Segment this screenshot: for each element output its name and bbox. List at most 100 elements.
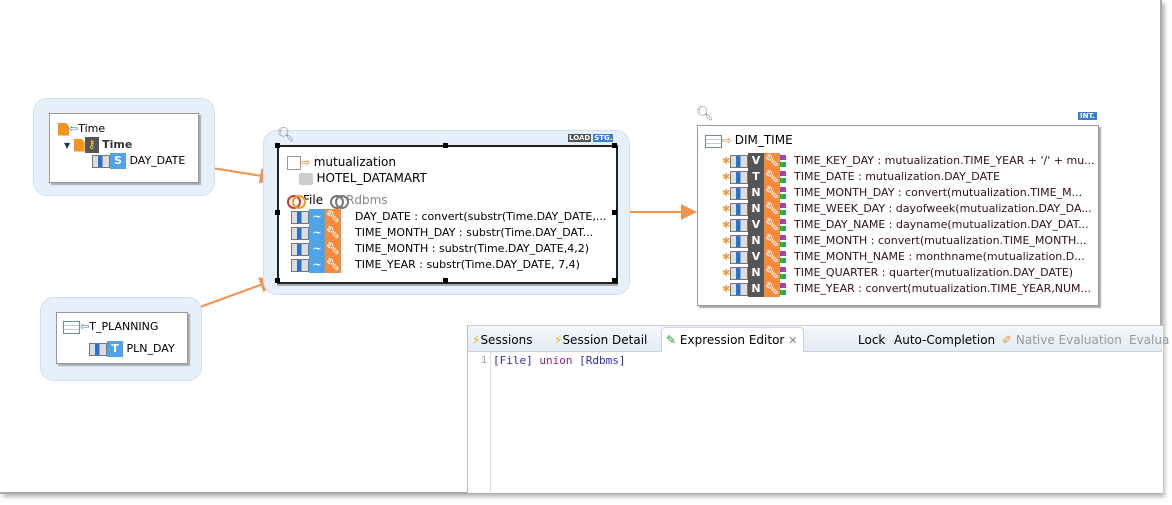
mapping-row[interactable]: ~ 🔧︎ TIME_MONTH : substr(Time.DAY_DATE,4,2… xyxy=(291,241,589,257)
column-icon xyxy=(730,186,748,200)
wrench-icon: 🔧︎ xyxy=(325,257,341,273)
mapping-expression: TIME_WEEK_DAY : dayofweek(mutualization.… xyxy=(794,202,1092,215)
close-icon[interactable]: ✕ xyxy=(788,334,797,347)
tab-session-detail[interactable]: ⚡Session Detail xyxy=(554,330,647,350)
expand-icon[interactable]: ▼ xyxy=(64,141,70,150)
column-icon xyxy=(730,266,748,280)
flags-icon xyxy=(780,265,786,281)
line-gutter xyxy=(475,352,491,492)
column-icon xyxy=(730,170,748,184)
record-name: Time xyxy=(102,138,133,151)
target-row[interactable]: ✱ N 🔧︎ TIME_MONTH_DAY : convert(mutualizati… xyxy=(722,185,1082,201)
wrench-icon: 🔧︎ xyxy=(764,185,780,201)
flags-icon xyxy=(780,185,786,201)
wrench-icon: 🔧︎ xyxy=(764,281,780,297)
star-icon: ✱ xyxy=(722,172,731,183)
zoom-icon[interactable]: 🔍︎ xyxy=(277,127,295,143)
wrench-icon: 🔧︎ xyxy=(325,241,341,257)
mapping-expression: TIME_MONTH : substr(Time.DAY_DATE,4,2) xyxy=(355,242,589,255)
star-icon: ✱ xyxy=(722,252,731,263)
source-planning-box[interactable]: ⇦T_PLANNING T PLN_DAY xyxy=(56,312,188,364)
database-icon xyxy=(299,173,313,185)
target-row[interactable]: ✱ N 🔧︎ TIME_YEAR : convert(mutualization.TI… xyxy=(722,281,1091,297)
wrench-icon: 🔧︎ xyxy=(764,169,780,185)
flags-icon xyxy=(780,217,786,233)
type-badge: N xyxy=(748,265,764,281)
type-badge: T xyxy=(107,341,123,357)
datastore-name: T_PLANNING xyxy=(89,320,159,333)
wrench-icon: 🔧︎ xyxy=(764,265,780,281)
type-badge: N xyxy=(748,281,764,297)
column-name[interactable]: PLN_DAY xyxy=(127,342,175,355)
mutualization-box[interactable]: ⇨ mutualization HOTEL_DATAMART File Rdbm… xyxy=(277,145,618,284)
auto-completion-button[interactable]: Auto-Completion xyxy=(894,330,995,350)
wrench-icon: 🔧︎ xyxy=(764,217,780,233)
target-row[interactable]: ✱ N 🔧︎ TIME_QUARTER : quarter(mutualization… xyxy=(722,265,1073,281)
key-icon: ⚷ xyxy=(84,137,99,153)
tab-sessions[interactable]: ⚡Sessions xyxy=(472,330,532,350)
zoom-icon[interactable]: 🔍︎ xyxy=(696,106,714,122)
mapping-row[interactable]: ~ 🔧︎ TIME_YEAR : substr(Time.DAY_DATE, 7,4… xyxy=(291,257,580,273)
datastore-name: Time xyxy=(78,122,106,135)
line-number: 1 xyxy=(481,355,488,366)
star-icon: ✱ xyxy=(722,220,731,231)
rdbms-dataset-icon xyxy=(330,195,350,209)
dataset-rdbms[interactable]: Rdbms xyxy=(346,193,388,207)
target-row[interactable]: ✱ T 🔧︎ TIME_DATE : mutualization.DAY_DATE xyxy=(722,169,1000,185)
flags-icon xyxy=(780,169,786,185)
target-box[interactable]: ⇨ DIM_TIME ✱ V 🔧︎ TIME_KEY_DAY : mutualizat… xyxy=(697,125,1099,306)
target-row[interactable]: ✱ V 🔧︎ TIME_KEY_DAY : mutualization.TIME_YE… xyxy=(722,153,1095,169)
wrench-icon: 🔧︎ xyxy=(764,201,780,217)
lock-button[interactable]: Lock xyxy=(858,330,885,350)
mapping-expression: TIME_MONTH_DAY : convert(mutualization.T… xyxy=(794,186,1083,199)
file-icon xyxy=(73,138,85,152)
type-badge: N xyxy=(748,185,764,201)
target-row[interactable]: ✱ N 🔧︎ TIME_WEEK_DAY : dayofweek(mutualizat… xyxy=(722,201,1092,217)
arrow-right-icon: ⇨ xyxy=(722,134,732,147)
target-row[interactable]: ✱ N 🔧︎ TIME_MONTH : convert(mutualization.T… xyxy=(722,233,1087,249)
column-name[interactable]: DAY_DATE xyxy=(130,154,186,167)
column-icon xyxy=(730,202,748,216)
file-icon xyxy=(58,122,69,136)
mapping-expression: TIME_MONTH_DAY : substr(Time.DAY_DAT... xyxy=(355,226,594,239)
mutualization-badges: LOAD STG. xyxy=(568,124,614,142)
star-icon: ✱ xyxy=(722,188,731,199)
edit-icon: ✎ xyxy=(666,333,677,347)
target-row[interactable]: ✱ V 🔧︎ TIME_MONTH_NAME : monthname(mutualiz… xyxy=(722,249,1085,265)
expression-input[interactable]: [File] union [Rdbms] xyxy=(493,354,625,367)
star-icon: ✱ xyxy=(722,204,731,215)
flags-icon xyxy=(780,233,786,249)
model-name: HOTEL_DATAMART xyxy=(316,171,427,185)
target-row[interactable]: ✱ V 🔧︎ TIME_DAY_NAME : dayname(mutualizatio… xyxy=(722,217,1089,233)
mapping-row[interactable]: ~ 🔧︎ DAY_DATE : convert(substr(Time.DAY_DA… xyxy=(291,209,606,225)
star-icon: ✱ xyxy=(722,284,731,295)
type-badge: ~ xyxy=(309,225,325,241)
type-badge: S xyxy=(110,153,126,169)
mutualization-name: mutualization xyxy=(313,155,396,169)
native-evaluation-button[interactable]: ✐ Native Evaluation xyxy=(1002,330,1122,350)
column-icon xyxy=(730,250,748,264)
mapping-expression: DAY_DATE : convert(substr(Time.DAY_DATE,… xyxy=(355,210,607,223)
mapping-expression: TIME_QUARTER : quarter(mutualization.DAY… xyxy=(794,266,1074,279)
source-time-box[interactable]: ⇦Time ▼ ⚷ Time S DAY_DATE xyxy=(49,113,199,183)
column-icon xyxy=(291,242,309,256)
evaluate-button[interactable]: Evalua xyxy=(1129,330,1169,350)
mapping-row[interactable]: ~ 🔧︎ TIME_MONTH_DAY : substr(Time.DAY_DAT.… xyxy=(291,225,593,241)
type-badge: ~ xyxy=(309,241,325,257)
column-icon xyxy=(291,210,309,224)
flags-icon xyxy=(780,249,786,265)
wand-icon: ✐ xyxy=(1002,333,1013,347)
table-icon xyxy=(705,134,722,148)
int-badge: INT. xyxy=(1078,112,1097,120)
tab-expression-editor[interactable]: ✎ Expression Editor ✕ xyxy=(661,327,805,352)
wrench-icon: 🔧︎ xyxy=(764,233,780,249)
wrench-icon: 🔧︎ xyxy=(325,225,341,241)
column-icon xyxy=(730,282,748,296)
type-badge: V xyxy=(748,153,764,169)
mapping-expression: TIME_DATE : mutualization.DAY_DATE xyxy=(794,170,1000,183)
dataset-file[interactable]: File xyxy=(303,193,323,207)
type-badge: N xyxy=(748,201,764,217)
table-icon xyxy=(63,320,80,334)
type-badge: N xyxy=(748,233,764,249)
wrench-icon: 🔧︎ xyxy=(764,249,780,265)
